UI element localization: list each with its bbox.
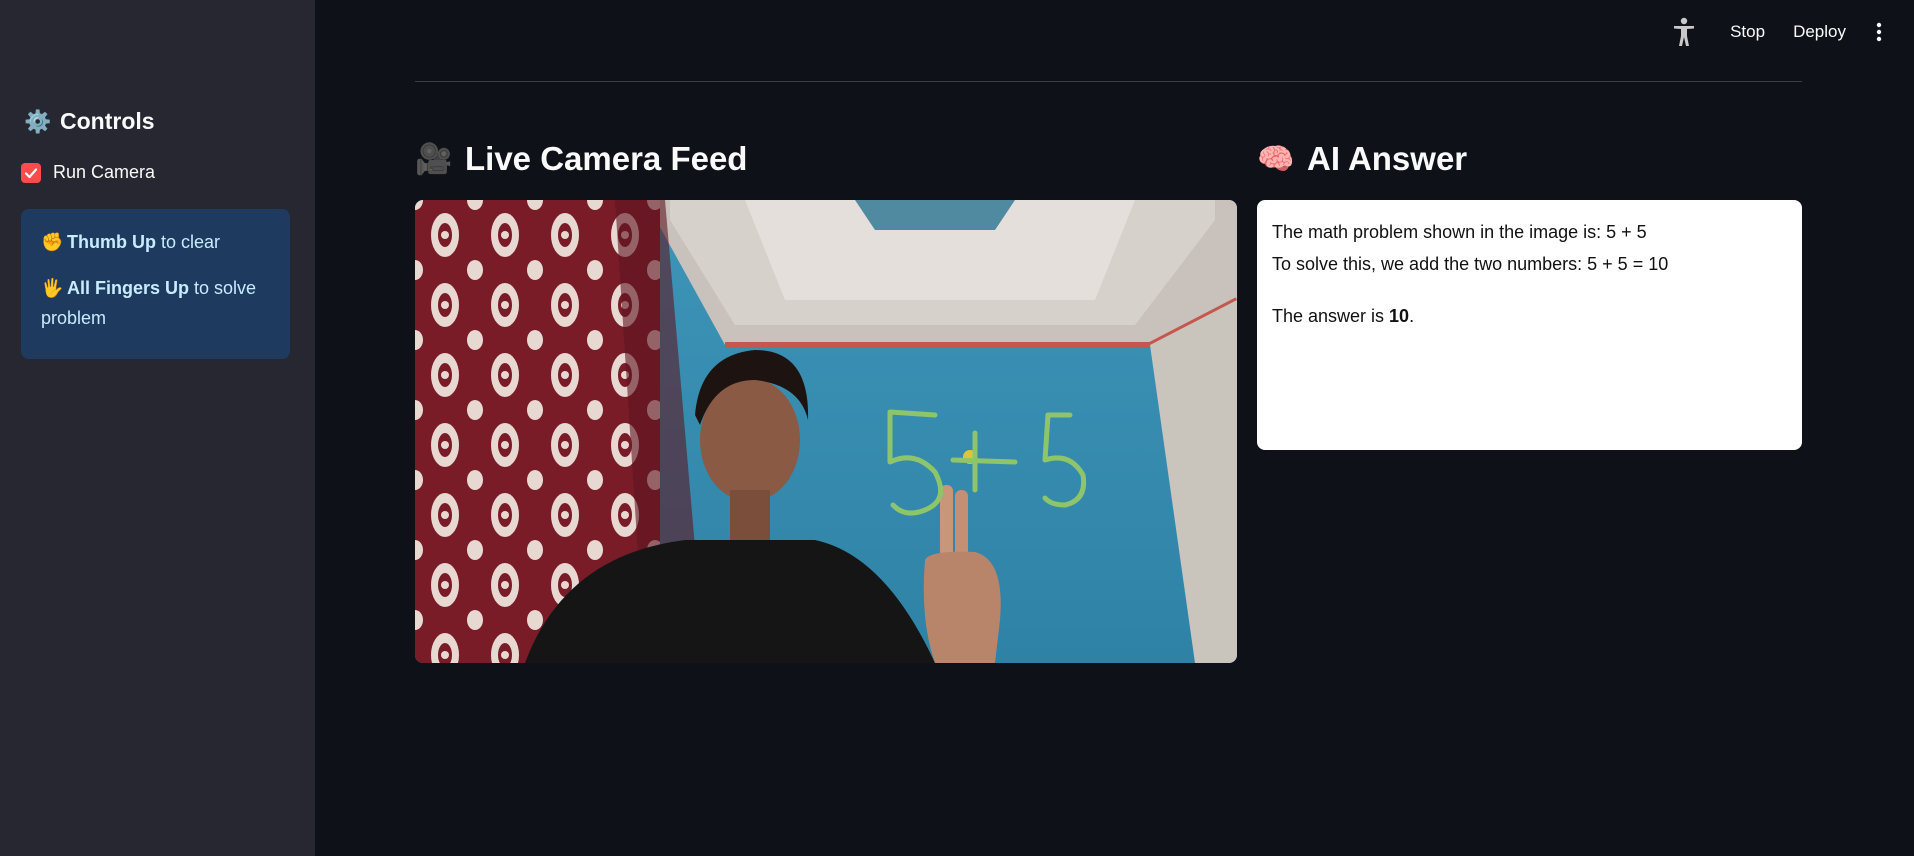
deploy-button[interactable]: Deploy — [1779, 16, 1860, 48]
sidebar-title: Controls — [60, 108, 155, 134]
answer-header: 🧠 AI Answer — [1257, 140, 1467, 178]
stop-button[interactable]: Stop — [1716, 16, 1779, 48]
accessibility-icon[interactable] — [1666, 14, 1702, 50]
ai-answer-box: The math problem shown in the image is: … — [1257, 200, 1802, 450]
brain-icon: 🧠 — [1257, 142, 1295, 176]
camera-header: 🎥 Live Camera Feed — [415, 140, 747, 178]
checkbox-checked-icon[interactable] — [21, 162, 41, 183]
run-camera-label: Run Camera — [53, 162, 156, 182]
instructions-info-box: ✊ Thumb Up to clear 🖐 All Fingers Up to so… — [21, 209, 290, 359]
camera-feed — [415, 200, 1237, 663]
instruction-solve: 🖐 All Fingers Up to solve problem — [41, 273, 270, 333]
instruction-clear: ✊ Thumb Up to clear — [41, 227, 270, 257]
gear-icon: ⚙️ — [24, 108, 52, 134]
answer-line-1: The math problem shown in the image is: … — [1272, 222, 1647, 242]
answer-line-3: The answer is 10. — [1272, 300, 1787, 332]
answer-title: AI Answer — [1307, 140, 1468, 177]
answer-line-2: To solve this, we add the two numbers: 5… — [1272, 254, 1669, 274]
instruction-clear-gesture: Thumb Up — [67, 232, 156, 252]
run-camera-checkbox[interactable]: Run Camera — [21, 162, 155, 183]
movie-camera-icon: 🎥 — [415, 142, 453, 176]
answer-value: 10 — [1389, 306, 1410, 326]
instruction-clear-text: to clear — [155, 232, 221, 252]
answer-prefix: The answer is — [1272, 306, 1390, 326]
sidebar: ⚙️ Controls Run Camera ✊ Thumb Up to clea… — [0, 0, 315, 856]
raised-hand-icon: 🖐 — [41, 278, 64, 298]
sidebar-header: ⚙️ Controls — [24, 108, 155, 135]
top-toolbar: Stop Deploy — [1666, 14, 1894, 50]
camera-frame-image — [415, 200, 1237, 663]
answer-suffix: . — [1409, 306, 1415, 326]
kebab-menu-icon[interactable] — [1864, 14, 1894, 50]
divider — [415, 81, 1802, 82]
camera-title: Live Camera Feed — [465, 140, 748, 177]
raised-fist-icon: ✊ — [41, 232, 64, 252]
instruction-solve-gesture: All Fingers Up — [67, 278, 190, 298]
